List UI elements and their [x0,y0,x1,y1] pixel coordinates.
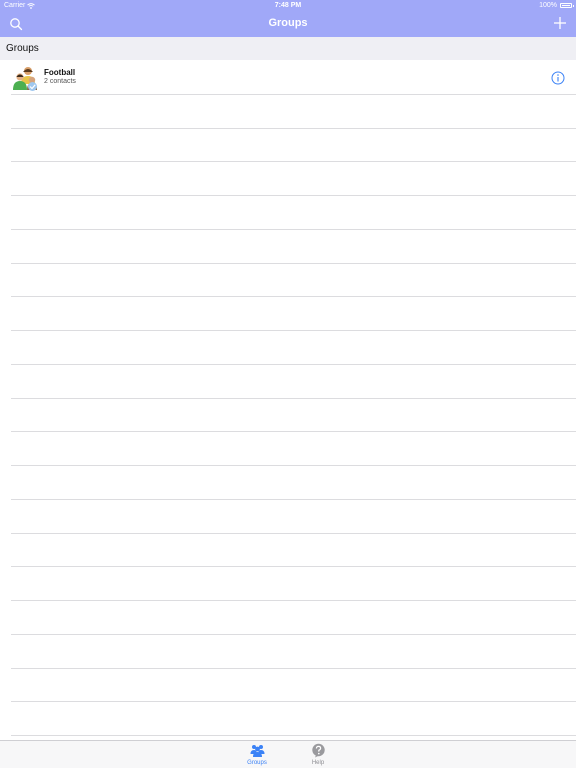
tab-bar: Groups Help [0,740,576,768]
battery-percentage: 100% [539,2,557,9]
row-separator [11,499,576,500]
row-separator [11,634,576,635]
top-bar: Carrier 7:48 PM 100% Groups [0,0,576,37]
row-separator [11,533,576,534]
row-separator [11,161,576,162]
section-header: Groups [0,37,576,60]
row-separator [11,431,576,432]
battery-icon [560,3,574,8]
row-separator [11,701,576,702]
row-separator [11,94,576,95]
row-separator [11,566,576,567]
row-separator [11,398,576,399]
groups-screen: Carrier 7:48 PM 100% Groups Groups Footb… [0,0,576,768]
group-row-football[interactable]: Football 2 contacts [0,60,576,94]
row-separator [11,600,576,601]
row-separator [11,465,576,466]
status-bar: Carrier 7:48 PM 100% [0,0,576,12]
row-separator [11,330,576,331]
row-separator [11,128,576,129]
group-contact-count: 2 contacts [44,78,76,85]
section-header-label: Groups [6,43,39,54]
tab-help-label: Help [311,760,325,766]
group-avatar-icon [13,67,37,91]
row-separator [11,296,576,297]
row-separator [11,668,576,669]
row-separator [11,364,576,365]
tab-groups-label: Groups [247,760,267,766]
tab-groups[interactable]: Groups [237,741,277,768]
status-time: 7:48 PM [274,2,302,9]
battery-indicator: 100% [539,2,574,9]
row-separator [11,263,576,264]
row-separator [11,735,576,736]
plus-icon[interactable] [552,15,568,31]
groups-list: Football 2 contacts [0,60,576,740]
question-icon [311,743,325,758]
page-title: Groups [268,17,308,29]
people-icon [250,745,264,757]
row-separator [11,229,576,230]
row-separator [11,195,576,196]
group-name: Football [44,68,76,77]
navigation-bar: Groups [0,12,576,37]
info-icon[interactable] [551,71,565,85]
tab-help[interactable]: Help [298,741,338,768]
